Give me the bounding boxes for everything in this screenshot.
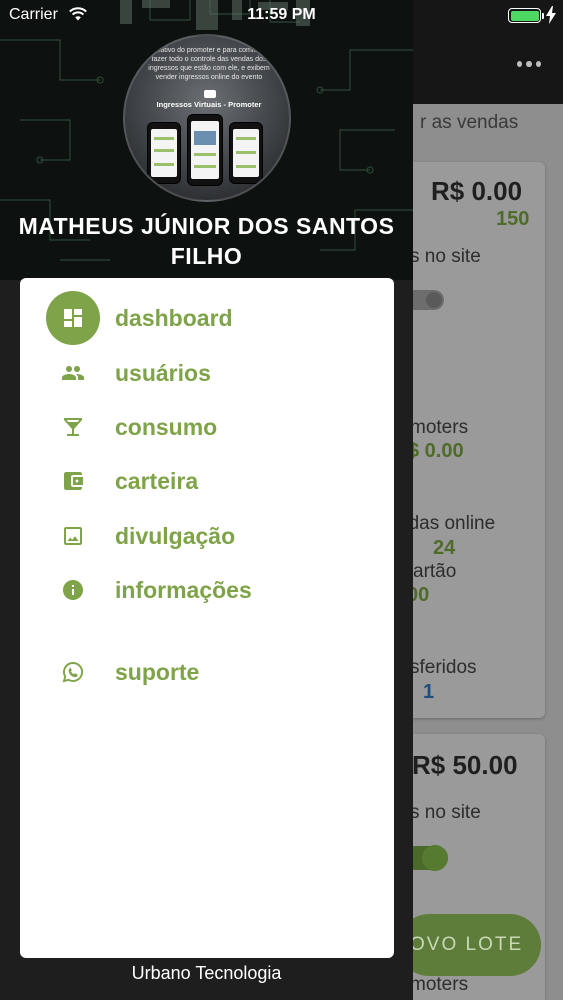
drawer-footer: Urbano Tecnologia bbox=[131, 963, 282, 983]
app-promo-image: aplicativo do promoter e para comissário… bbox=[123, 34, 291, 202]
dashboard-icon bbox=[46, 291, 100, 345]
menu-item-label: informações bbox=[115, 576, 252, 603]
menu-item-label: carteira bbox=[115, 467, 199, 494]
promoters-label: moters bbox=[410, 974, 469, 995]
menu-item-label: dashboard bbox=[115, 304, 233, 331]
promo-blurb: aplicativo do promoter e para comissário… bbox=[145, 47, 273, 81]
site-sales-label: s no site bbox=[410, 802, 481, 823]
menu-item-wallet[interactable]: carteira bbox=[20, 454, 394, 508]
image-icon bbox=[46, 509, 100, 563]
cocktail-icon bbox=[46, 400, 100, 454]
menu-item-consumption[interactable]: consumo bbox=[20, 400, 394, 454]
users-icon bbox=[46, 346, 100, 400]
clock: 11:59 PM bbox=[247, 6, 316, 23]
menu-item-label: consumo bbox=[115, 413, 218, 440]
promo-brand: Ingressos Virtuais - Promoter bbox=[156, 100, 262, 109]
promoters-label: moters bbox=[410, 417, 469, 438]
status-bar: Carrier 11:59 PM bbox=[0, 0, 563, 30]
site-sales-label: s no site bbox=[410, 246, 481, 267]
charging-bolt-icon bbox=[546, 6, 556, 24]
info-icon bbox=[46, 563, 100, 617]
more-options-icon[interactable] bbox=[517, 56, 541, 72]
menu-item-dashboard[interactable]: dashboard bbox=[20, 291, 394, 345]
navigation-drawer: aplicativo do promoter e para comissário… bbox=[0, 0, 413, 1000]
menu-item-label: usuários bbox=[115, 359, 211, 386]
transferred-value: 1 bbox=[423, 681, 435, 703]
new-lot-button[interactable]: OVO LOTE bbox=[398, 914, 541, 976]
phone-mockup bbox=[229, 122, 263, 184]
menu-item-promotion[interactable]: divulgação bbox=[20, 509, 394, 563]
battery-icon bbox=[508, 8, 541, 23]
menu-item-support[interactable]: suporte bbox=[20, 645, 394, 699]
menu-card: dashboard usuários consumo carteira divu… bbox=[20, 278, 394, 958]
phone-mockup bbox=[187, 114, 223, 186]
menu-item-label: suporte bbox=[115, 658, 200, 685]
online-sales-value: 24 bbox=[433, 537, 456, 559]
menu-item-information[interactable]: informações bbox=[20, 563, 394, 617]
promoters-value: $ 0.00 bbox=[408, 440, 464, 462]
battery-cap bbox=[542, 13, 544, 19]
lot-price: R$ 0.00 bbox=[431, 176, 523, 206]
transferred-label: sferidos bbox=[410, 657, 477, 678]
menu-item-label: divulgação bbox=[115, 522, 236, 549]
lot-price: R$ 50.00 bbox=[412, 750, 518, 780]
wallet-icon bbox=[46, 454, 100, 508]
card-sales-label: artão bbox=[413, 561, 457, 582]
lot-count: 150 bbox=[496, 208, 530, 230]
background-subtitle: r as vendas bbox=[420, 112, 519, 133]
user-name: MATHEUS JÚNIOR DOS SANTOS FILHO bbox=[18, 213, 395, 269]
phone-mockup bbox=[147, 122, 181, 184]
whatsapp-icon bbox=[46, 645, 100, 699]
ticket-logo-icon bbox=[204, 90, 216, 98]
menu-item-users[interactable]: usuários bbox=[20, 346, 394, 400]
